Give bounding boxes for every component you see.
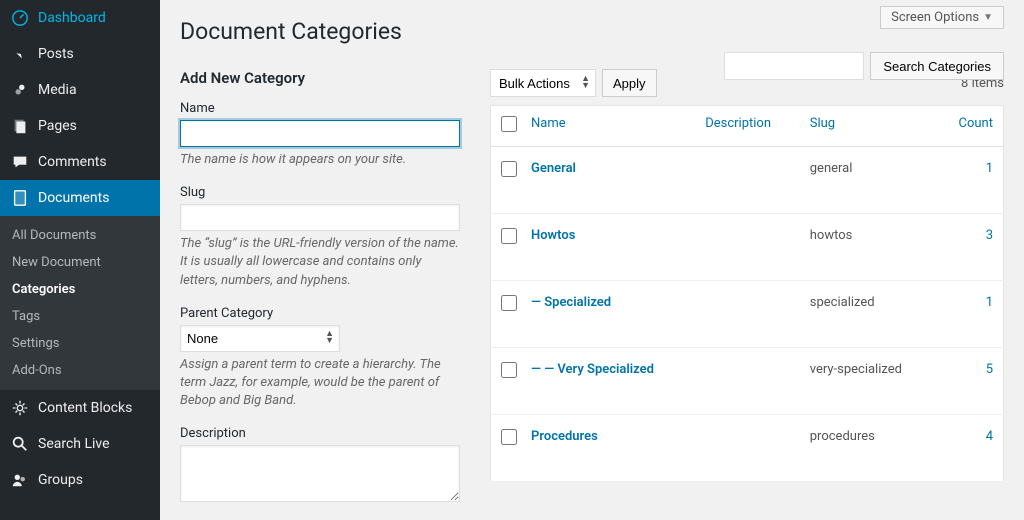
menu-groups[interactable]: Groups (0, 462, 160, 498)
category-description (695, 415, 800, 482)
col-count[interactable]: Count (959, 116, 993, 131)
menu-label: Posts (38, 46, 74, 62)
row-checkbox[interactable] (501, 295, 517, 311)
table-row: — — Very Specialized very-specialized 5 (491, 348, 1004, 415)
table-row: General general 1 (491, 147, 1004, 214)
description-label: Description (180, 426, 460, 441)
table-row: Howtos howtos 3 (491, 214, 1004, 281)
submenu-documents: All DocumentsNew DocumentCategoriesTagsS… (0, 216, 160, 390)
slug-label: Slug (180, 185, 460, 200)
menu-search-live[interactable]: Search Live (0, 426, 160, 462)
dashboard-icon (10, 8, 30, 28)
menu-media[interactable]: Media (0, 72, 160, 108)
parent-select[interactable]: None (180, 325, 340, 352)
menu-label: Groups (38, 472, 83, 488)
category-slug: general (800, 147, 937, 214)
table-row: — Specialized specialized 1 (491, 281, 1004, 348)
media-icon (10, 80, 30, 100)
menu-label: Documents (38, 190, 109, 206)
comment-icon (10, 152, 30, 172)
search-input[interactable] (724, 52, 864, 80)
category-count-link[interactable]: 3 (986, 228, 993, 243)
category-slug: specialized (800, 281, 937, 348)
menu-content-blocks[interactable]: Content Blocks (0, 390, 160, 426)
submenu-add-ons[interactable]: Add-Ons (0, 357, 160, 384)
category-name-link[interactable]: — — Very Specialized (531, 362, 654, 377)
menu-label: Pages (38, 118, 77, 134)
name-input[interactable] (180, 120, 460, 147)
submenu-new-document[interactable]: New Document (0, 249, 160, 276)
document-icon (10, 188, 30, 208)
category-count-link[interactable]: 1 (986, 161, 993, 176)
menu-comments[interactable]: Comments (0, 144, 160, 180)
category-name-link[interactable]: — Specialized (531, 295, 611, 310)
screen-options-label: Screen Options (891, 10, 979, 25)
pin-icon (10, 44, 30, 64)
submenu-settings[interactable]: Settings (0, 330, 160, 357)
col-name[interactable]: Name (531, 116, 566, 131)
row-checkbox[interactable] (501, 429, 517, 445)
menu-label: Search Live (38, 436, 110, 452)
name-description: The name is how it appears on your site. (180, 151, 460, 169)
categories-table: Name Description Slug Count General gener… (490, 105, 1004, 482)
menu-posts[interactable]: Posts (0, 36, 160, 72)
name-label: Name (180, 101, 460, 116)
submenu-all-documents[interactable]: All Documents (0, 222, 160, 249)
category-name-link[interactable]: Howtos (531, 228, 575, 243)
admin-sidebar: Dashboard Posts Media Pages Comments Documen… (0, 0, 160, 520)
category-slug: procedures (800, 415, 937, 482)
category-description (695, 348, 800, 415)
row-checkbox[interactable] (501, 362, 517, 378)
apply-button[interactable]: Apply (602, 69, 657, 97)
description-textarea[interactable] (180, 445, 460, 502)
menu-pages[interactable]: Pages (0, 108, 160, 144)
bulk-actions-select[interactable]: Bulk Actions (490, 69, 596, 97)
menu-label: Media (38, 82, 77, 98)
category-slug: howtos (800, 214, 937, 281)
category-description (695, 214, 800, 281)
screen-options-toggle[interactable]: Screen Options ▼ (880, 6, 1004, 29)
menu-label: Comments (38, 154, 107, 170)
menu-documents[interactable]: Documents (0, 180, 160, 216)
table-row: Procedures procedures 4 (491, 415, 1004, 482)
parent-label: Parent Category (180, 306, 460, 321)
slug-description: The “slug” is the URL-friendly version o… (180, 235, 460, 290)
row-checkbox[interactable] (501, 161, 517, 177)
add-category-form: Add New Category Name The name is how it… (180, 69, 460, 520)
pages-icon (10, 116, 30, 136)
category-count-link[interactable]: 5 (986, 362, 993, 377)
menu-label: Dashboard (38, 10, 106, 26)
search-icon (10, 434, 30, 454)
submenu-tags[interactable]: Tags (0, 303, 160, 330)
menu-dashboard[interactable]: Dashboard (0, 0, 160, 36)
category-description (695, 281, 800, 348)
col-slug[interactable]: Slug (810, 116, 835, 131)
col-description[interactable]: Description (705, 116, 771, 131)
select-all-checkbox[interactable] (501, 116, 517, 132)
category-count-link[interactable]: 1 (986, 295, 993, 310)
category-name-link[interactable]: Procedures (531, 429, 598, 444)
parent-description: Assign a parent term to create a hierarc… (180, 356, 460, 411)
category-count-link[interactable]: 4 (986, 429, 993, 444)
row-checkbox[interactable] (501, 228, 517, 244)
submenu-categories[interactable]: Categories (0, 276, 160, 303)
category-name-link[interactable]: General (531, 161, 576, 176)
main-content: Screen Options ▼ Document Categories Sea… (160, 0, 1024, 520)
search-button[interactable]: Search Categories (870, 52, 1004, 80)
form-heading: Add New Category (180, 69, 460, 87)
caret-down-icon: ▼ (983, 12, 993, 23)
slug-input[interactable] (180, 204, 460, 231)
groups-icon (10, 470, 30, 490)
search-box: Search Categories (724, 52, 1004, 80)
category-list: Bulk Actions ▲▼ Apply 8 items Name Descr… (490, 69, 1004, 520)
category-description (695, 147, 800, 214)
gear-icon (10, 398, 30, 418)
menu-label: Content Blocks (38, 400, 132, 416)
category-slug: very-specialized (800, 348, 937, 415)
